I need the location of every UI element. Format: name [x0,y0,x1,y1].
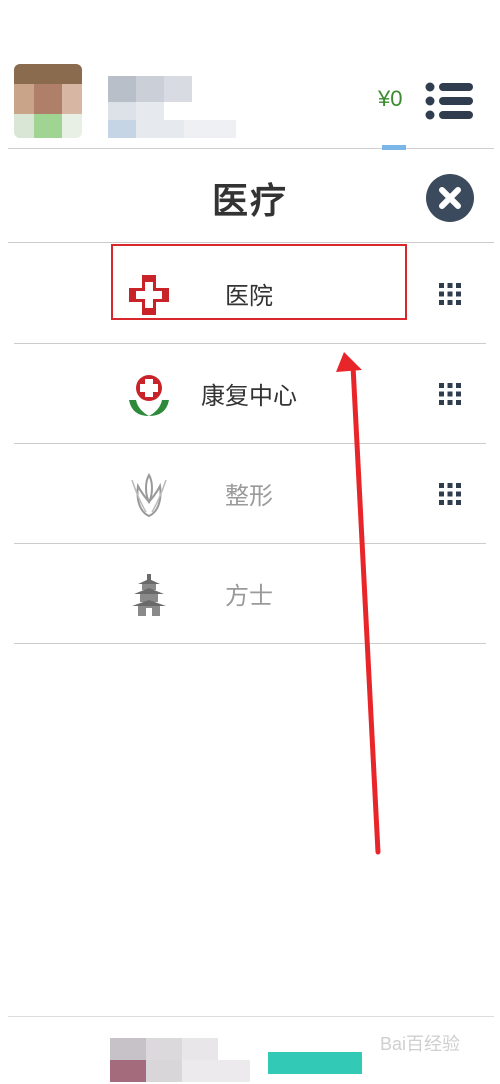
list-item-rehab-center[interactable]: 康复中心 [14,344,486,444]
list-item-label: 方士 [225,582,273,610]
footer-blurred-content [110,1038,250,1082]
list-item-label: 整形 [225,482,273,510]
row-divider [14,643,486,644]
header-divider [8,148,494,149]
balance-label: ¥0 [378,86,403,111]
title-divider [8,242,494,243]
annotation-highlight-box [111,244,407,320]
list-item-label: 康复中心 [201,382,297,410]
grid-menu-icon[interactable] [438,382,462,406]
grid-menu-icon[interactable] [438,282,462,306]
username-blurred [108,76,240,142]
grid-menu-icon[interactable] [438,482,462,506]
list-item-plastic-surgery[interactable]: 整形 [14,444,486,544]
avatar[interactable] [14,64,82,138]
footer-accent-bar [268,1052,362,1074]
active-indicator [382,145,406,150]
page-title: 医疗 [211,181,288,222]
list-item-fangshi[interactable]: 方士 [14,544,486,644]
watermark: Bai百经验 [380,1034,461,1054]
close-button[interactable] [426,174,474,222]
list-menu-icon[interactable] [425,82,475,120]
close-icon [439,187,461,209]
footer-divider [8,1016,494,1017]
